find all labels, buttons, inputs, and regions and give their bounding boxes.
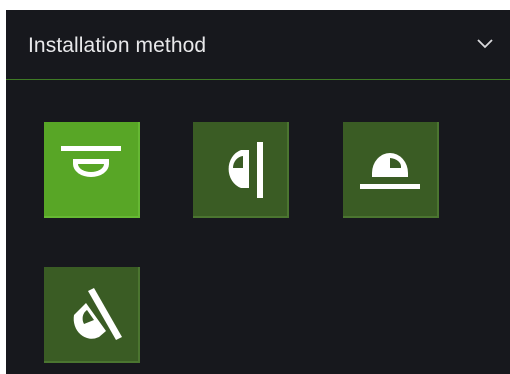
chevron-down-icon[interactable] <box>476 36 494 50</box>
angled-wall-mount-icon <box>73 288 122 340</box>
method-ceiling-mount-tile[interactable] <box>44 122 140 218</box>
method-angled-mount-tile[interactable] <box>44 267 140 363</box>
method-wall-mount-tile[interactable] <box>193 122 289 218</box>
ceiling-dome-mount-icon <box>61 146 121 177</box>
section-title: Installation method <box>28 34 207 57</box>
installation-method-panel: Installation method <box>6 10 510 374</box>
floor-dome-mount-icon <box>360 153 420 189</box>
wall-mount-icon <box>228 142 263 198</box>
installation-method-header[interactable]: Installation method <box>6 10 510 80</box>
method-floor-mount-tile[interactable] <box>343 122 439 218</box>
